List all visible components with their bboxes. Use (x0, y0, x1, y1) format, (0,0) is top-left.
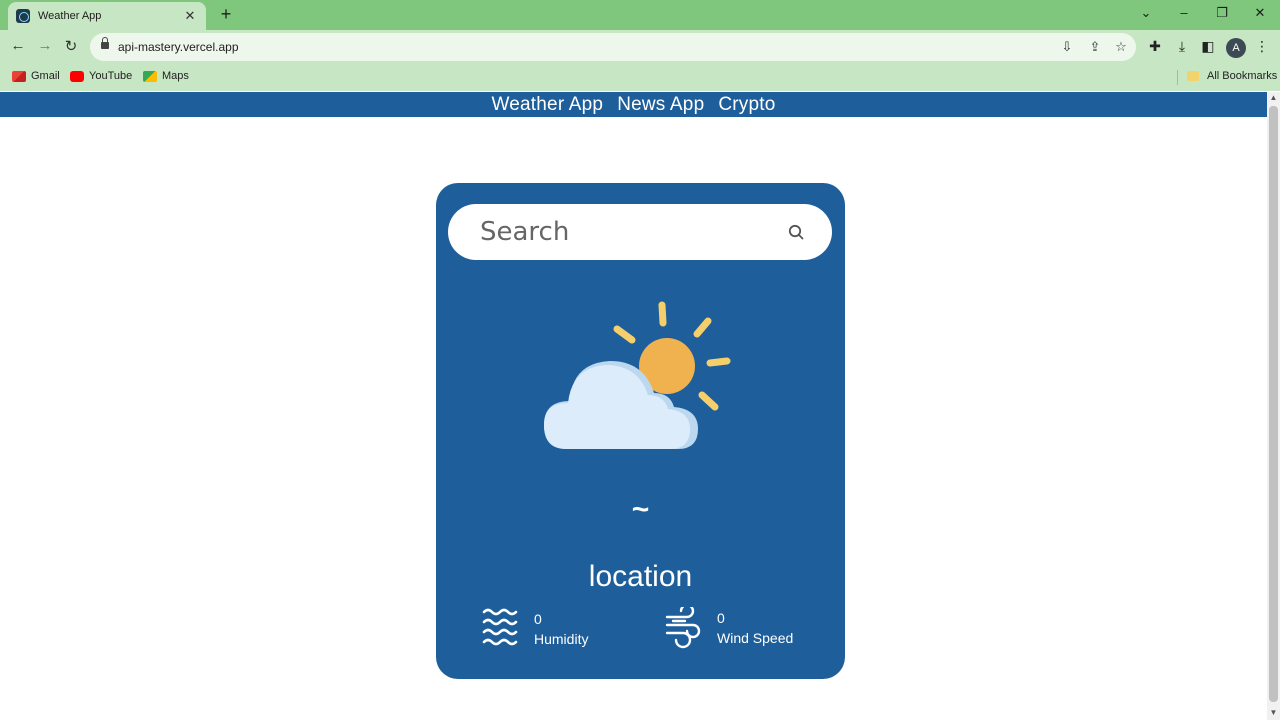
location-name: location (588, 560, 693, 593)
search-box (448, 204, 832, 260)
install-app-icon[interactable]: ⇩ (1058, 39, 1076, 55)
humidity-stat: 0 Humidity (482, 607, 588, 651)
extensions-icon[interactable]: ✚ (1145, 38, 1165, 55)
scrollbar-thumb[interactable] (1269, 106, 1278, 702)
profile-avatar[interactable]: A (1226, 38, 1246, 58)
humidity-waves-icon (482, 608, 518, 646)
folder-icon (1187, 71, 1199, 81)
maps-icon (143, 70, 157, 82)
react-favicon-icon (16, 9, 30, 23)
forward-icon[interactable]: → (35, 37, 55, 54)
back-icon[interactable]: ← (8, 37, 28, 54)
browser-toolbar: ← → ↻ api-mastery.vercel.app ⇩ ⇪ ☆ (0, 30, 1280, 64)
restore-button[interactable]: ❐ (1212, 5, 1232, 21)
scroll-down-icon[interactable]: ▼ (1269, 708, 1278, 717)
lock-icon (101, 37, 109, 51)
browser-tab[interactable]: Weather App ✕ (8, 2, 206, 30)
tab-title: Weather App (38, 10, 102, 22)
side-panel-icon[interactable]: ◧ (1198, 38, 1218, 55)
new-tab-button[interactable]: + (216, 4, 236, 25)
search-input[interactable] (480, 214, 770, 250)
minimize-button[interactable]: – (1174, 5, 1194, 20)
wind-speed-value: 0 (717, 610, 725, 626)
bookmark-youtube[interactable]: YouTube (70, 70, 132, 82)
bookmark-gmail[interactable]: Gmail (12, 70, 60, 82)
bookmark-star-icon[interactable]: ☆ (1112, 39, 1130, 55)
site-navbar: Weather App News App Crypto (0, 92, 1267, 117)
menu-icon[interactable]: ⋮ (1252, 38, 1272, 55)
page-scrollbar[interactable]: ▲ ▼ (1267, 92, 1280, 720)
bookmarks-bar: Gmail YouTube Maps All Bookmarks (0, 64, 1280, 91)
scroll-up-icon[interactable]: ▲ (1269, 93, 1278, 102)
url-text: api-mastery.vercel.app (118, 40, 239, 54)
temperature-value: ~ (631, 493, 650, 526)
search-icon[interactable] (788, 224, 804, 240)
share-icon[interactable]: ⇪ (1086, 39, 1104, 55)
wind-icon (665, 607, 701, 649)
humidity-label: Humidity (534, 631, 589, 647)
address-bar[interactable]: api-mastery.vercel.app ⇩ ⇪ ☆ (90, 33, 1136, 61)
all-bookmarks[interactable]: All Bookmarks (1187, 70, 1277, 82)
wind-stat: 0 Wind Speed (665, 607, 793, 649)
close-tab-icon[interactable]: ✕ (182, 8, 198, 24)
tab-search-icon[interactable]: ⌄ (1136, 5, 1156, 21)
weather-card: ~ location 0 Humidity 0 Wind (436, 183, 845, 679)
bookmark-maps[interactable]: Maps (143, 70, 189, 82)
wind-speed-label: Wind Speed (717, 630, 794, 646)
nav-news-app[interactable]: News App (617, 94, 704, 116)
nav-weather-app[interactable]: Weather App (491, 94, 603, 116)
humidity-value: 0 (534, 611, 542, 627)
partly-cloudy-icon (544, 301, 731, 449)
bookmarks-divider (1177, 70, 1178, 85)
tab-strip: Weather App ✕ + ⌄ – ❐ ✕ (0, 0, 1280, 30)
close-window-button[interactable]: ✕ (1250, 5, 1270, 21)
nav-crypto[interactable]: Crypto (718, 94, 775, 116)
reload-icon[interactable]: ↻ (61, 37, 81, 55)
gmail-icon (12, 70, 26, 82)
youtube-icon (70, 70, 84, 82)
downloads-icon[interactable]: ⤓ (1172, 38, 1192, 55)
